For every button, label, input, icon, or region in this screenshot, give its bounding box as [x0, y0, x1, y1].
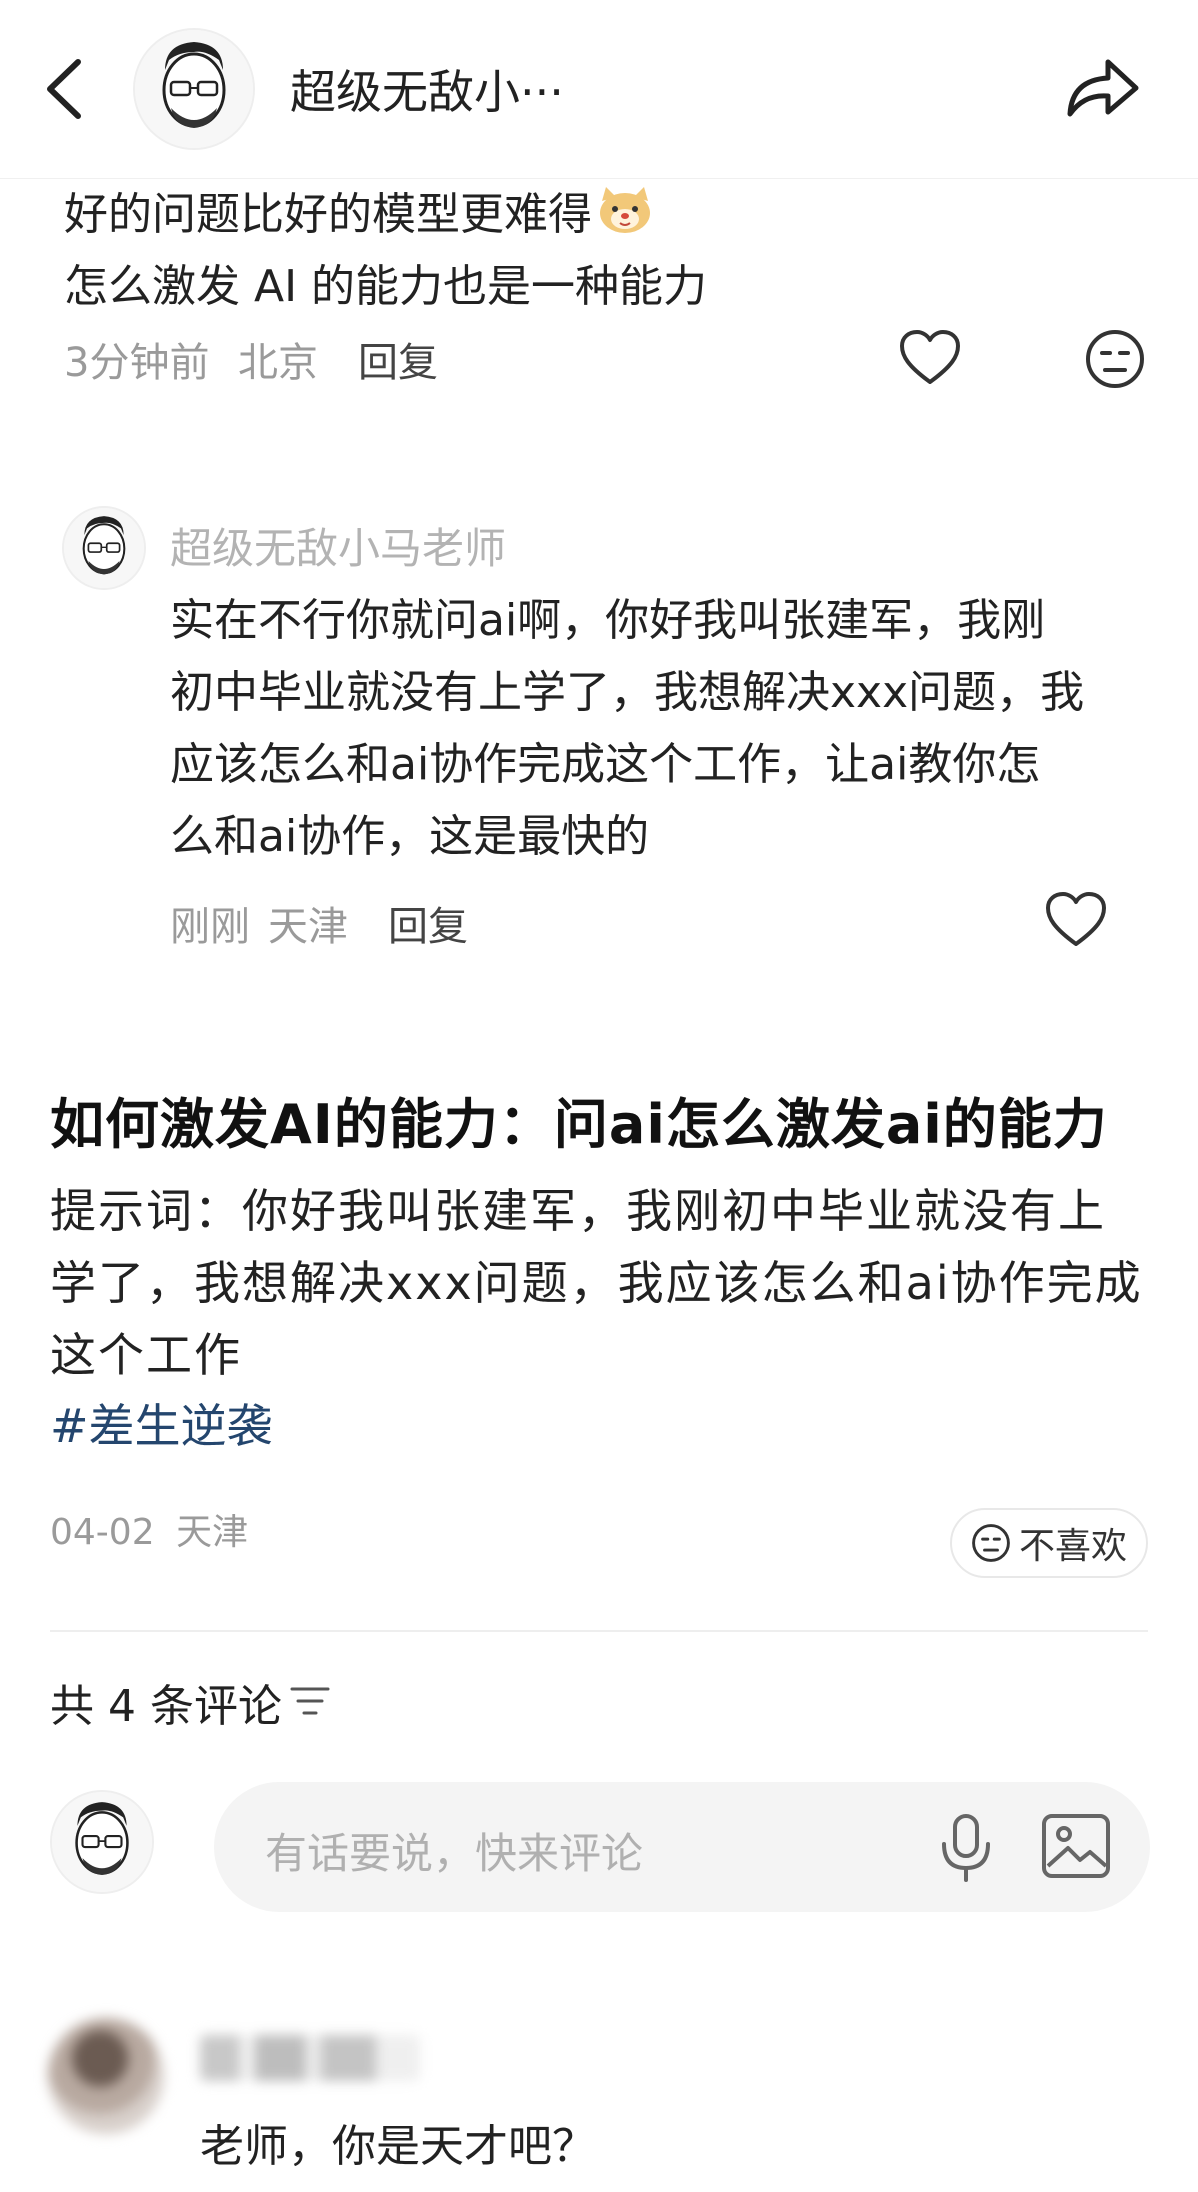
comment-input-placeholder[interactable]: 有话要说，快来评论 [265, 1820, 643, 1881]
author-avatar[interactable] [133, 28, 255, 150]
post-date: 04-02 [50, 1512, 155, 1553]
heart-icon [1046, 892, 1106, 946]
post-body-line-2: 学了，我想解决xxx问题，我应该怎么和ai协作完成 [50, 1256, 1143, 1310]
reply-text-line-4: 么和ai协作，这是最快的 [170, 811, 650, 862]
reply-button[interactable]: 回复 [358, 330, 438, 388]
image-icon [1042, 1814, 1110, 1878]
reply-text-line-2: 初中毕业就没有上学了，我想解决xxx问题，我 [170, 667, 1085, 718]
comment-text-line-1: 好的问题比好的模型更难得 [64, 178, 654, 242]
reply-author-name[interactable]: 超级无敌小马老师 [170, 515, 506, 576]
comment-time: 3分钟前 [64, 340, 210, 386]
dislike-button[interactable] [1084, 328, 1146, 390]
image-upload-button[interactable] [1040, 1812, 1112, 1880]
microphone-icon [942, 1814, 990, 1882]
reply-location: 天津 [268, 904, 348, 950]
avatar-face-icon [52, 1792, 152, 1892]
share-arrow-icon [1067, 59, 1139, 117]
chevron-left-icon [47, 59, 81, 119]
post-location: 天津 [176, 1512, 249, 1553]
my-avatar [50, 1790, 154, 1894]
hashtag-link[interactable]: #差生逆袭 [50, 1390, 273, 1456]
post-body-line-1: 提示词：你好我叫张建军，我刚初中毕业就没有上 [50, 1184, 1106, 1238]
comment-count: 共 4 条评论 [50, 1681, 282, 1732]
heart-icon [900, 330, 960, 384]
back-button[interactable] [38, 54, 98, 124]
dislike-label: 不喜欢 [1018, 1526, 1127, 1567]
post-dislike-button[interactable]: 不喜欢 [950, 1508, 1148, 1578]
like-button[interactable] [1044, 890, 1108, 950]
post-title: 如何激发AI的能力：问ai怎么激发ai的能力 [50, 1093, 1108, 1156]
sort-button[interactable] [290, 1684, 330, 1718]
comment-location: 北京 [238, 340, 318, 386]
dislike-face-icon [972, 1524, 1010, 1562]
avatar-face-icon [135, 30, 253, 148]
share-button[interactable] [1062, 52, 1142, 124]
section-divider [50, 1630, 1148, 1632]
commenter-name-blurred[interactable] [200, 2035, 420, 2081]
dislike-face-icon [1086, 330, 1144, 388]
reply-time: 刚刚 [170, 904, 250, 950]
post-body-line-3: 这个工作 [50, 1328, 242, 1382]
comment-text-line-2: 怎么激发 AI 的能力也是一种能力 [64, 261, 708, 312]
avatar-face-icon [64, 508, 144, 588]
post-date-location: 04-02 天津 [50, 1503, 248, 1555]
reply-text-line-3: 应该怎么和ai协作完成这个工作，让ai教你怎 [170, 739, 1041, 790]
voice-input-button[interactable] [936, 1812, 996, 1884]
dog-emoji-icon [596, 185, 654, 235]
comment-text: 老师，你是天才吧？ [200, 2121, 596, 2172]
reply-button[interactable]: 回复 [388, 894, 468, 952]
author-name[interactable]: 超级无敌小··· [290, 56, 564, 122]
reply-author-avatar[interactable] [62, 506, 146, 590]
sort-lines-icon [290, 1687, 330, 1715]
reply-text-line-1: 实在不行你就问ai啊，你好我叫张建军，我刚 [170, 595, 1046, 646]
like-button[interactable] [898, 328, 962, 388]
commenter-avatar[interactable] [48, 2018, 164, 2134]
